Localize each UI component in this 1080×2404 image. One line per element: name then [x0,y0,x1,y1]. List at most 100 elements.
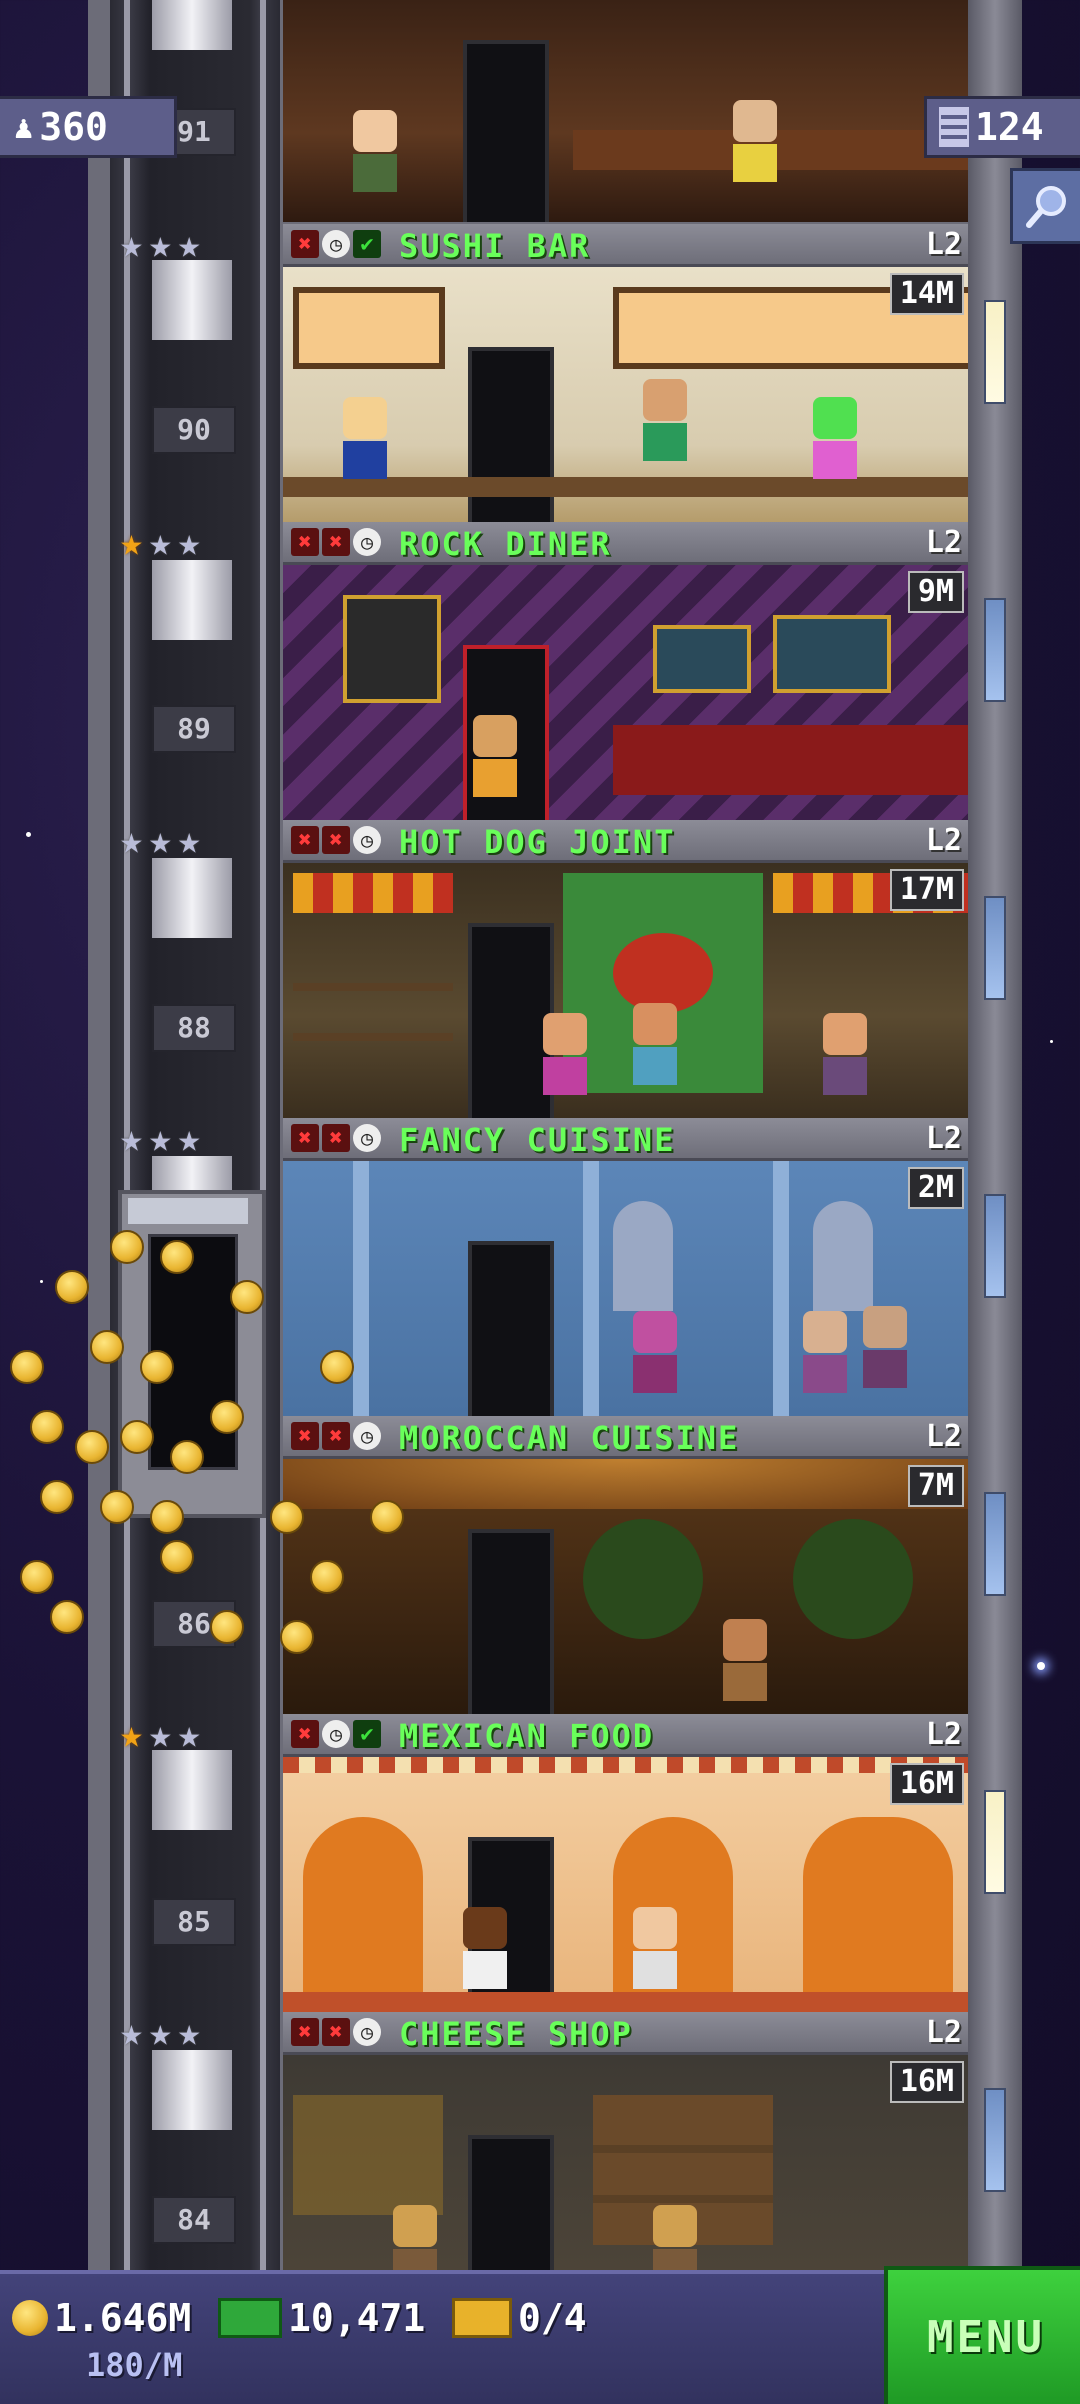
star-icon: ★ [148,520,172,564]
search-button[interactable] [1010,168,1080,244]
status-x-icon: ✖ [322,826,350,854]
background-star [40,1280,43,1283]
floor-room[interactable]: 2M [283,1161,968,1416]
star-icon: ★ [177,1116,201,1160]
elevator-floor-number: 84 [152,2196,236,2244]
star-icon: ★ [177,2010,201,2054]
star-icon: ★ [148,2010,172,2054]
status-x-icon: ✖ [291,2018,319,2046]
floor-badge: 14M [889,273,964,315]
floor-header: ✖ ✖ ◷ FANCY CUISINE L2 [283,1118,968,1161]
coins-display[interactable]: 1.646M [12,2296,191,2340]
star-icon: ★ [120,2010,143,2054]
tower-window [984,896,1006,1000]
floor-cheese-shop[interactable]: ✖ ✖ ◷ CHEESE SHOP L2 16M [283,2012,968,2270]
star-icon: ★ [120,222,143,266]
floor-badge: 16M [889,2061,964,2103]
tower-window [984,1492,1006,1596]
floor-badge: 2M [907,1167,964,1209]
star-icon: ★ [177,222,201,266]
shaft-light [152,260,232,340]
floors-counter[interactable]: 124 [924,96,1080,158]
elevator-floor-number: 89 [152,705,236,753]
bux-display[interactable]: 10,471 [218,2296,425,2340]
floor-badge: 17M [889,869,964,911]
floor-room[interactable]: 7M [283,1459,968,1714]
floor-mexican-food[interactable]: ✖ ◷ ✔ MEXICAN FOOD L2 16M [283,1714,968,2012]
population-counter[interactable]: ♟ 360 [0,96,177,158]
star-icon: ★ [120,818,143,862]
status-x-icon: ✖ [291,1720,319,1748]
floor-rock-diner[interactable]: ✖ ✖ ◷ ROCK DINER L2 9M [283,522,968,820]
floor-room-top[interactable] [283,0,968,222]
status-clock-icon: ◷ [353,1124,381,1152]
status-clock-icon: ◷ [322,230,350,258]
magnifier-icon [1026,186,1066,228]
floor-header: ✖ ◷ ✔ MEXICAN FOOD L2 [283,1714,968,1757]
banknote-icon [218,2298,282,2338]
floor-stars: ★ ★ ★ [120,2010,201,2054]
floor-room[interactable]: 16M [283,2055,968,2270]
star-icon: ★ [148,222,172,266]
floor-name: MOROCCAN CUISINE [399,1419,740,1457]
star-icon: ★ [148,1712,172,1756]
floor-badge: 16M [889,1763,964,1805]
floors-value: 124 [975,105,1044,149]
tower-window [984,2088,1006,2192]
tickets-display[interactable]: 0/4 [452,2296,587,2340]
status-check-icon: ✔ [353,1720,381,1748]
floor-hot-dog-joint[interactable]: ✖ ✖ ◷ HOT DOG JOINT L2 17M [283,820,968,1118]
bux-value: 10,471 [288,2296,426,2340]
status-x-icon: ✖ [291,230,319,258]
floor-room[interactable]: 9M [283,565,968,820]
floor-badge: 7M [907,1465,964,1507]
floor-header: ✖ ◷ ✔ SUSHI BAR L2 [283,224,968,267]
floor-moroccan-cuisine[interactable]: ✖ ✖ ◷ MOROCCAN CUISINE L2 7M [283,1416,968,1714]
star-icon: ★ [120,520,143,564]
floor-room[interactable]: 17M [283,863,968,1118]
floor-level: L2 [925,2015,962,2050]
tower-window [984,598,1006,702]
star-icon: ★ [148,818,172,862]
floor-sushi-bar[interactable]: ✖ ◷ ✔ SUSHI BAR L2 14M [283,224,968,522]
floor-level: L2 [925,1121,962,1156]
star-icon: ★ [120,1712,143,1756]
status-check-icon: ✔ [353,230,381,258]
floor-name: FANCY CUISINE [399,1121,676,1159]
tower-window [984,1790,1006,1894]
status-clock-icon: ◷ [353,528,381,556]
floor-stars: ★ ★ ★ [120,1116,201,1160]
elevator-floor-number: 90 [152,406,236,454]
status-x-icon: ✖ [322,2018,350,2046]
coin-rate: 180/M [86,2346,182,2384]
status-x-icon: ✖ [322,528,350,556]
floor-badge: 9M [907,571,964,613]
star-icon: ★ [177,520,201,564]
star-icon: ★ [177,1712,201,1756]
status-clock-icon: ◷ [353,1422,381,1450]
status-x-icon: ✖ [322,1422,350,1450]
coin-icon [12,2300,48,2336]
floor-header: ✖ ✖ ◷ MOROCCAN CUISINE L2 [283,1416,968,1459]
tickets-value: 0/4 [518,2296,587,2340]
status-x-icon: ✖ [322,1124,350,1152]
floor-room[interactable]: 14M [283,267,968,522]
floor-level: L2 [925,227,962,262]
floor-room[interactable]: 16M [283,1757,968,2012]
person-icon: ♟ [14,108,34,146]
floor-fancy-cuisine[interactable]: ✖ ✖ ◷ FANCY CUISINE L2 2M [283,1118,968,1416]
floor-level: L2 [925,1419,962,1454]
ticket-icon [452,2298,512,2338]
status-x-icon: ✖ [291,1422,319,1450]
status-x-icon: ✖ [291,528,319,556]
elevator-floor-number: 85 [152,1898,236,1946]
coin-rate-value: 180/M [86,2346,183,2384]
coins-value: 1.646M [54,2296,192,2340]
star-icon: ★ [148,1116,172,1160]
floor-stars: ★ ★ ★ [120,222,201,266]
floor-name: SUSHI BAR [399,227,591,265]
floor-stars: ★ ★ ★ [120,520,201,564]
menu-button[interactable]: MENU [884,2266,1080,2404]
floor-name: MEXICAN FOOD [399,1717,655,1755]
star-icon: ★ [120,1116,143,1160]
